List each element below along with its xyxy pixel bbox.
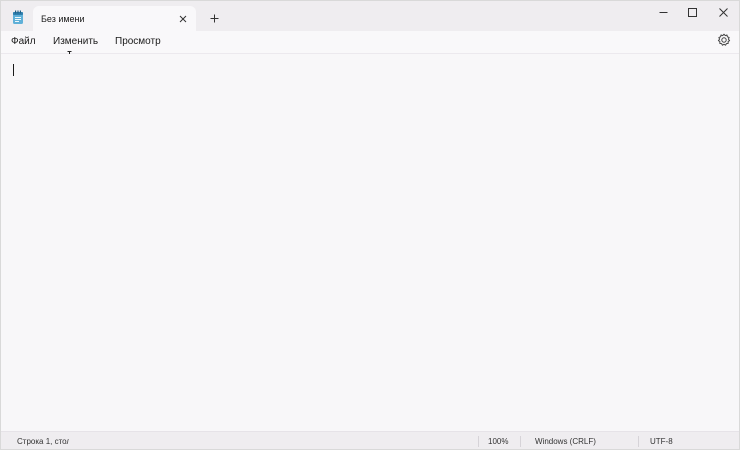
tab-title: Без имени	[41, 14, 85, 24]
maximize-icon[interactable]	[677, 1, 708, 23]
status-bar: Строка 1, стол 100% Windows (CRLF) UTF-8	[1, 431, 739, 449]
notepad-window: Без имени Файл Изменить Просмотр Строка …	[0, 0, 740, 450]
close-icon[interactable]	[176, 12, 190, 26]
status-divider	[520, 436, 521, 447]
zoom-level[interactable]: 100%	[488, 437, 508, 446]
notepad-icon	[13, 10, 23, 24]
menu-bar: Файл Изменить Просмотр	[1, 31, 739, 54]
gear-icon[interactable]	[716, 32, 732, 48]
status-divider	[478, 436, 479, 447]
close-icon[interactable]	[708, 1, 739, 23]
line-ending[interactable]: Windows (CRLF)	[535, 437, 596, 446]
menu-file[interactable]: Файл	[9, 35, 38, 48]
status-divider	[638, 436, 639, 447]
menu-view[interactable]: Просмотр	[113, 35, 163, 48]
minimize-icon[interactable]	[648, 1, 679, 23]
text-caret	[13, 64, 14, 76]
title-bar[interactable]: Без имени	[1, 1, 739, 32]
plus-icon[interactable]	[206, 10, 222, 26]
menu-edit[interactable]: Изменить	[51, 35, 100, 48]
tab-untitled[interactable]: Без имени	[33, 6, 196, 32]
text-editor[interactable]	[1, 54, 739, 431]
cursor-position: Строка 1, стол	[17, 437, 69, 446]
encoding[interactable]: UTF-8	[650, 437, 673, 446]
